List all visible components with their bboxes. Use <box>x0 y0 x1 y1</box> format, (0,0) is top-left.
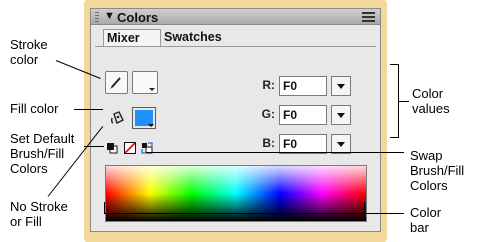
callout-swap-line2: Brush/Fill <box>410 163 465 178</box>
colors-panel-frame: ▼ Colors Mixer Swatches R: F0 G: F0 B: F… <box>84 0 387 242</box>
callout-set-default-line1: Set Default <box>10 131 75 146</box>
panel-body: Mixer Swatches R: F0 G: F0 B: F0 <box>90 25 381 232</box>
callout-stroke-color-line1: Stroke <box>10 37 48 52</box>
stroke-color-swatch[interactable] <box>132 71 158 94</box>
bar-bracket-right <box>364 202 365 214</box>
grip-icon[interactable] <box>95 12 99 22</box>
g-dropdown-button[interactable] <box>331 105 351 125</box>
leader-swap <box>146 152 404 153</box>
tab-divider <box>95 46 376 47</box>
callout-stroke-color-line2: color <box>10 52 39 67</box>
tab-swatches[interactable]: Swatches <box>161 29 231 46</box>
callout-color-values-line2: values <box>412 101 450 116</box>
leader-fill-color <box>74 109 103 110</box>
callout-set-default-line2: Brush/Fill <box>10 146 65 161</box>
callout-color-values: Color values <box>412 86 450 116</box>
callout-color-values-line1: Color <box>412 86 444 101</box>
callout-no-stroke: No Stroke or Fill <box>10 199 68 229</box>
r-dropdown-button[interactable] <box>331 76 351 96</box>
tutorial-figure: ▼ Colors Mixer Swatches R: F0 G: F0 B: F… <box>0 0 485 242</box>
callout-color-bar: Color bar <box>410 205 441 235</box>
b-dropdown-button[interactable] <box>331 134 351 154</box>
bracket-bottom <box>390 137 398 138</box>
callout-swap-line3: Colors <box>410 178 448 193</box>
pencil-icon <box>110 77 121 89</box>
g-input[interactable]: F0 <box>279 105 327 125</box>
default-colors-icon[interactable] <box>106 142 118 154</box>
g-label: G: <box>261 107 275 121</box>
bar-bracket-bottom <box>104 213 404 214</box>
b-label: B: <box>262 136 275 150</box>
collapse-arrow-icon[interactable]: ▼ <box>104 10 115 22</box>
tab-mixer[interactable]: Mixer <box>103 29 161 46</box>
callout-color-bar-line2: bar <box>410 220 429 235</box>
callout-no-stroke-line1: No Stroke <box>10 199 68 214</box>
r-input[interactable]: F0 <box>279 76 327 96</box>
callout-stroke-color: Stroke color <box>10 37 48 67</box>
callout-swap-line1: Swap <box>410 148 443 163</box>
stroke-tool-button[interactable] <box>105 71 128 94</box>
callout-swap: Swap Brush/Fill Colors <box>410 148 464 193</box>
fill-color-swatch[interactable] <box>132 107 156 129</box>
panel-title: Colors <box>117 10 159 25</box>
colors-panel: ▼ Colors Mixer Swatches R: F0 G: F0 B: F… <box>90 8 381 232</box>
panel-titlebar[interactable]: ▼ Colors <box>90 8 381 25</box>
callout-set-default: Set Default Brush/Fill Colors <box>10 131 74 176</box>
chevron-down-icon <box>149 88 155 91</box>
bracket-top <box>390 64 398 65</box>
b-input[interactable]: F0 <box>279 134 327 154</box>
callout-color-bar-line1: Color <box>410 205 442 220</box>
paint-bucket-icon <box>110 111 124 124</box>
callout-no-stroke-line2: or Fill <box>10 214 42 229</box>
r-label: R: <box>262 78 275 92</box>
chevron-down-icon <box>148 124 154 127</box>
leader-color-values <box>398 101 409 102</box>
options-menu-icon[interactable] <box>362 12 375 22</box>
callout-fill-color: Fill color <box>10 101 59 116</box>
no-color-icon[interactable] <box>124 142 136 154</box>
